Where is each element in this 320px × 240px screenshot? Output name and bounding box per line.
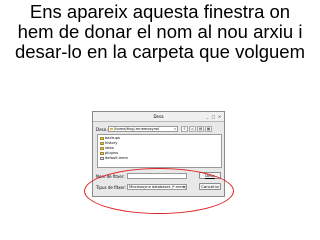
minimize-icon[interactable]: _	[205, 114, 210, 119]
file-name: default.mem	[105, 156, 128, 160]
dialog-titlebar: Desa _ □ ×	[93, 112, 224, 122]
file-icon	[100, 157, 104, 160]
location-path: /home/ting/.mnemosyne/	[114, 127, 160, 131]
file-name: history	[105, 141, 118, 145]
up-folder-icon[interactable]: ↑	[181, 126, 188, 132]
chevron-down-icon: ▾	[183, 185, 185, 189]
filetype-value: Mnemosyne databases (*.mem)	[129, 185, 187, 189]
maximize-icon[interactable]: □	[211, 114, 216, 119]
location-combo[interactable]: /home/ting/.mnemosyne/ ▾	[108, 126, 178, 132]
folder-icon	[100, 137, 104, 140]
filetype-select[interactable]: Mnemosyne databases (*.mem) ▾	[127, 184, 187, 190]
save-button[interactable]: Desa	[199, 172, 221, 179]
folder-icon	[100, 147, 104, 150]
filename-input[interactable]	[127, 173, 187, 179]
close-icon[interactable]: ×	[217, 114, 222, 119]
folder-icon	[100, 142, 104, 145]
cancel-button[interactable]: Cancel·la	[199, 183, 221, 190]
folder-icon	[110, 128, 113, 130]
slide-title-line-3: desar-lo en la carpeta que volguem	[14, 41, 305, 62]
file-name: backups	[105, 136, 120, 140]
file-name: plugins	[105, 151, 118, 155]
folder-icon	[100, 152, 104, 155]
cancel-button-label: Cancel·la	[201, 184, 219, 189]
slide-title-line-2: hem de donar el nom al nou arxiu i	[17, 21, 303, 42]
save-dialog: Desa _ □ × Desa a: /home/ting/.mnemosyne…	[92, 111, 225, 197]
filetype-label: Tipus de fitxer:	[96, 185, 126, 190]
save-button-label: Desa	[205, 173, 215, 178]
chevron-down-icon: ▾	[174, 127, 176, 131]
slide-title-line-1: Ens apareix aquesta finestra on	[29, 1, 291, 22]
detail-view-icon[interactable]: ▦	[205, 126, 212, 132]
filename-label: Nom de fitxer:	[96, 174, 125, 179]
home-icon[interactable]: ⌂	[189, 126, 196, 132]
list-view-icon[interactable]: ▤	[197, 126, 204, 132]
file-list[interactable]: backups history latex plugins default.me…	[97, 134, 222, 168]
slide-title: Ens apareix aquesta finestra on hem de d…	[0, 2, 320, 62]
file-name: latex	[105, 146, 114, 150]
list-item[interactable]: default.mem	[98, 156, 221, 161]
